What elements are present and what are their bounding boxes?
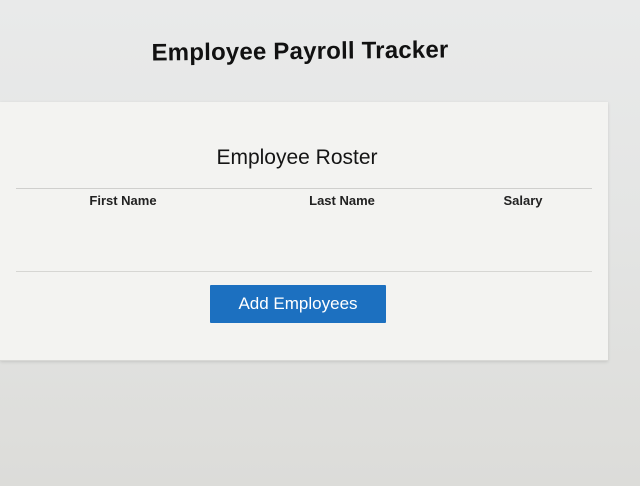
column-header-first-name: First Name — [89, 193, 157, 208]
column-header-last-name: Last Name — [309, 193, 375, 208]
table-cell — [454, 213, 592, 272]
page-title: Employee Payroll Tracker — [151, 36, 449, 67]
roster-table: First Name Last Name Salary — [16, 188, 592, 272]
table-cell — [16, 213, 230, 272]
column-header-salary: Salary — [503, 193, 543, 208]
table-header-row: First Name Last Name Salary — [16, 188, 592, 214]
roster-card: Employee Roster First Name Last Name Sal… — [0, 102, 608, 361]
add-employees-button[interactable]: Add Employees — [210, 285, 386, 323]
table-empty-row — [16, 213, 592, 272]
table-cell — [230, 213, 454, 272]
roster-title: Employee Roster — [216, 146, 378, 169]
table-body — [16, 213, 592, 272]
